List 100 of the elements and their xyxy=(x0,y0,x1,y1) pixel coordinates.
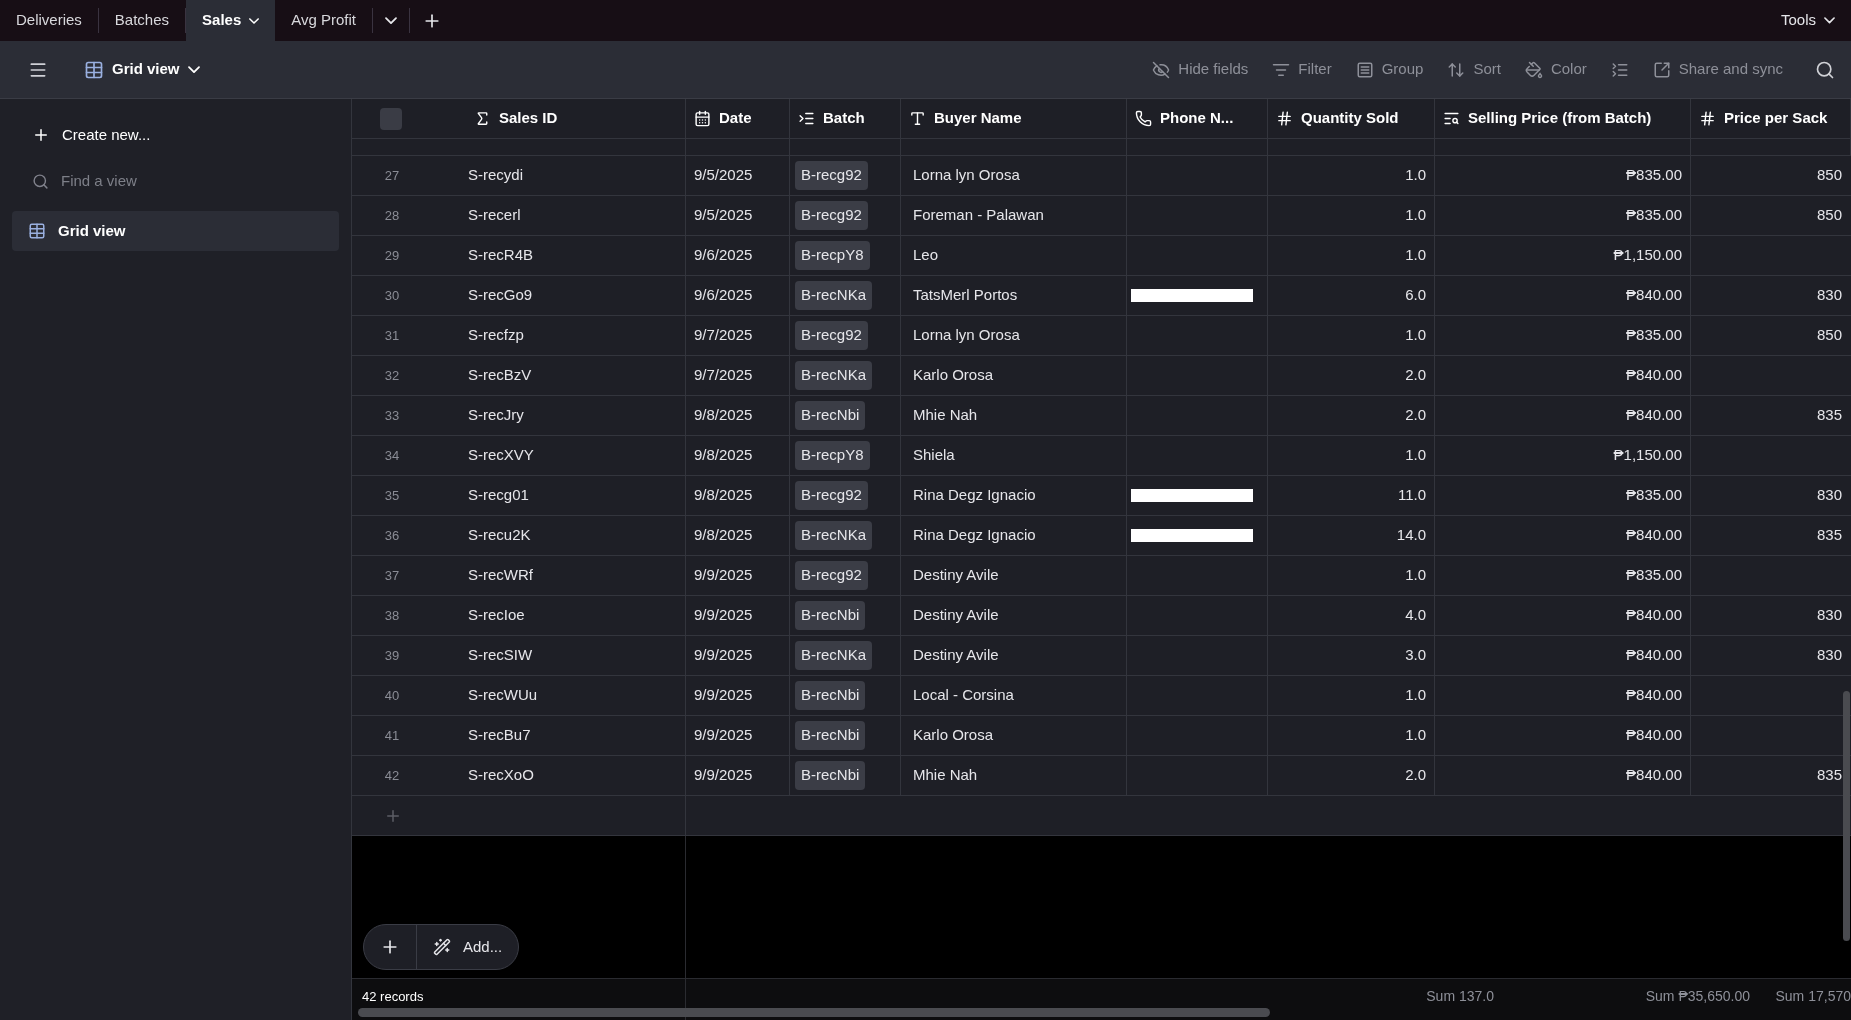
view-switcher[interactable]: Grid view xyxy=(84,58,200,81)
toolbar-button[interactable]: Sort xyxy=(1435,58,1513,81)
chevron-down-icon xyxy=(249,17,260,24)
select-all-checkbox[interactable] xyxy=(380,107,402,130)
linked-record-chip[interactable]: B-recNKa xyxy=(795,361,873,390)
table-cell-text: TatsMerl Portos xyxy=(913,285,1018,306)
linked-record-chip[interactable]: B-recg92 xyxy=(795,161,868,190)
table-row[interactable]: 31 S-recfzp 9/7/2025 B-recg92 Lorna lyn Orosa 1.0 ₱835.00 850 xyxy=(352,316,1851,356)
table-cell-text: 2.0 xyxy=(1405,405,1426,426)
linked-record-chip[interactable]: B-recNbi xyxy=(795,601,866,630)
table-row[interactable]: 40 S-recWUu 9/9/2025 B-recNbi Local - Corsina 1.0 ₱840.00 xyxy=(352,676,1851,716)
vertical-scrollbar[interactable] xyxy=(1843,691,1850,941)
table-row[interactable]: 39 S-recSIW 9/9/2025 B-recNKa Destiny Avile 3.0 ₱840.00 830 xyxy=(352,636,1851,676)
linked-record-chip[interactable]: B-recNbi xyxy=(795,401,866,430)
linked-record-chip[interactable]: B-recNKa xyxy=(795,281,873,310)
column-header[interactable]: Price per Sack xyxy=(1724,107,1828,130)
linked-record-chip[interactable]: B-recNbi xyxy=(795,761,866,790)
column-header[interactable]: Batch xyxy=(823,107,865,130)
table-cell-text: ₱835.00 xyxy=(1626,205,1682,226)
table-cell-text: Destiny Avile xyxy=(913,565,999,586)
table-cell-text: 9/9/2025 xyxy=(694,725,753,746)
row-number: 38 xyxy=(383,606,401,625)
linked-record-chip[interactable]: B-recg92 xyxy=(795,561,868,590)
table-cell-text: S-recg01 xyxy=(468,485,529,506)
table-row[interactable]: 30 S-recGo9 9/6/2025 B-recNKa TatsMerl Portos 6.0 ₱840.00 830 xyxy=(352,276,1851,316)
column-header[interactable]: Phone N... xyxy=(1160,107,1234,130)
plus-icon xyxy=(32,126,50,144)
table-cell-text: ₱840.00 xyxy=(1626,365,1682,386)
table-cell-text: 1.0 xyxy=(1405,725,1426,746)
row-number: 35 xyxy=(383,486,401,505)
linked-record-chip[interactable]: B-recNbi xyxy=(795,721,866,750)
table-cell-text: S-recR4B xyxy=(468,245,534,266)
column-header[interactable]: Buyer Name xyxy=(934,107,1022,130)
table-cell-text: 830 xyxy=(1816,605,1842,626)
column-header[interactable]: Sales ID xyxy=(499,107,558,130)
table-row[interactable]: 35 S-recg01 9/8/2025 B-recg92 Rina Degz Ignacio 11.0 ₱835.00 830 xyxy=(352,476,1851,516)
linked-record-chip[interactable]: B-recg92 xyxy=(795,321,868,350)
table-row[interactable]: 38 S-recIoe 9/9/2025 B-recNbi Destiny Avile 4.0 ₱840.00 830 xyxy=(352,596,1851,636)
view-item[interactable]: Grid view xyxy=(12,211,339,251)
row-number: 34 xyxy=(383,446,401,465)
table-row[interactable]: 36 S-recu2K 9/8/2025 B-recNKa Rina Degz Ignacio 14.0 ₱840.00 835 xyxy=(352,516,1851,556)
linked-record-chip[interactable]: B-recNbi xyxy=(795,681,866,710)
row-height-icon[interactable] xyxy=(1610,60,1629,79)
linked-record-chip[interactable]: B-recg92 xyxy=(795,201,868,230)
linked-record-chip[interactable]: B-recpY8 xyxy=(795,241,870,270)
table-cell-text: 11.0 xyxy=(1397,485,1426,506)
toolbar-button[interactable]: Group xyxy=(1343,58,1436,81)
column-header[interactable]: Selling Price (from Batch) xyxy=(1468,107,1652,130)
table-icon xyxy=(84,59,104,80)
chevron-down-icon[interactable] xyxy=(385,16,398,25)
table-cell-text: 9/7/2025 xyxy=(694,365,753,386)
table-cell-text: ₱840.00 xyxy=(1626,405,1682,426)
toolbar-button[interactable]: Filter xyxy=(1260,58,1344,81)
find-view-field[interactable]: Find a view xyxy=(61,169,311,193)
column-header[interactable]: Date xyxy=(719,107,752,130)
table-cell-text: S-recGo9 xyxy=(468,285,533,306)
add-button[interactable]: Add... xyxy=(417,935,519,959)
table-row[interactable]: 28 S-recerl 9/5/2025 B-recg92 Foreman - Palawan 1.0 ₱835.00 850 xyxy=(352,196,1851,236)
table-row[interactable]: 34 S-recXVY 9/8/2025 B-recpY8 Shiela 1.0 ₱1,150.00 xyxy=(352,436,1851,476)
table-cell-text: 9/8/2025 xyxy=(694,405,753,426)
table-cell-text: Shiela xyxy=(913,445,955,466)
table-cell-text: 835 xyxy=(1816,405,1842,426)
table-row[interactable]: 42 S-recXoO 9/9/2025 B-recNbi Mhie Nah 2.0 ₱840.00 835 xyxy=(352,756,1851,796)
table-tab[interactable]: Sales xyxy=(186,0,276,41)
tools-menu[interactable]: Tools xyxy=(1764,0,1851,41)
linked-record-chip[interactable]: B-recNKa xyxy=(795,641,873,670)
table-row[interactable]: 37 S-recWRf 9/9/2025 B-recg92 Destiny Avile 1.0 ₱835.00 xyxy=(352,556,1851,596)
linked-record-chip[interactable]: B-recg92 xyxy=(795,481,868,510)
table-cell-text: 3.0 xyxy=(1405,645,1426,666)
create-new-button[interactable]: Create new... xyxy=(12,119,339,151)
column-header[interactable]: Quantity Sold xyxy=(1301,107,1399,130)
row-number: 39 xyxy=(383,646,401,665)
table-row[interactable]: 41 S-recBu7 9/9/2025 B-recNbi Karlo Orosa 1.0 ₱840.00 xyxy=(352,716,1851,756)
search-icon[interactable] xyxy=(1815,59,1835,80)
table-tab[interactable]: Avg Profit xyxy=(275,8,374,33)
table-cell-text: Destiny Avile xyxy=(913,645,999,666)
row-number: 42 xyxy=(383,766,401,785)
table-cell-text: ₱840.00 xyxy=(1626,725,1682,746)
table-tab[interactable]: Deliveries xyxy=(0,8,99,33)
row-number: 30 xyxy=(383,286,401,305)
table-cell-text: S-recfzp xyxy=(468,325,524,346)
toolbar-button[interactable]: Color xyxy=(1512,58,1599,81)
table-cell-text: Foreman - Palawan xyxy=(913,205,1044,226)
table-cell-text: S-recWRf xyxy=(468,565,533,586)
table-cell-text: Karlo Orosa xyxy=(913,365,994,386)
table-cell-text: ₱835.00 xyxy=(1626,165,1682,186)
hash-icon xyxy=(1276,110,1293,127)
horizontal-scrollbar[interactable] xyxy=(358,1008,1270,1017)
table-row[interactable]: 27 S-recydi 9/5/2025 B-recg92 Lorna lyn Orosa 1.0 ₱835.00 850 xyxy=(352,156,1851,196)
linked-record-chip[interactable]: B-recpY8 xyxy=(795,441,870,470)
toolbar-button[interactable]: Share and sync xyxy=(1640,58,1795,81)
linked-record-chip[interactable]: B-recNKa xyxy=(795,521,873,550)
table-cell-text: 830 xyxy=(1816,645,1842,666)
table-row[interactable]: 29 S-recR4B 9/6/2025 B-recpY8 Leo 1.0 ₱1,150.00 xyxy=(352,236,1851,276)
table-cell-text: ₱840.00 xyxy=(1626,685,1682,706)
table-cell-text: S-recJry xyxy=(468,405,524,426)
table-row[interactable]: 33 S-recJry 9/8/2025 B-recNbi Mhie Nah 2.0 ₱840.00 835 xyxy=(352,396,1851,436)
hide-icon xyxy=(1152,60,1171,79)
table-row[interactable]: 32 S-recBzV 9/7/2025 B-recNKa Karlo Orosa 2.0 ₱840.00 xyxy=(352,356,1851,396)
toolbar-button[interactable]: Hide fields xyxy=(1140,58,1261,81)
